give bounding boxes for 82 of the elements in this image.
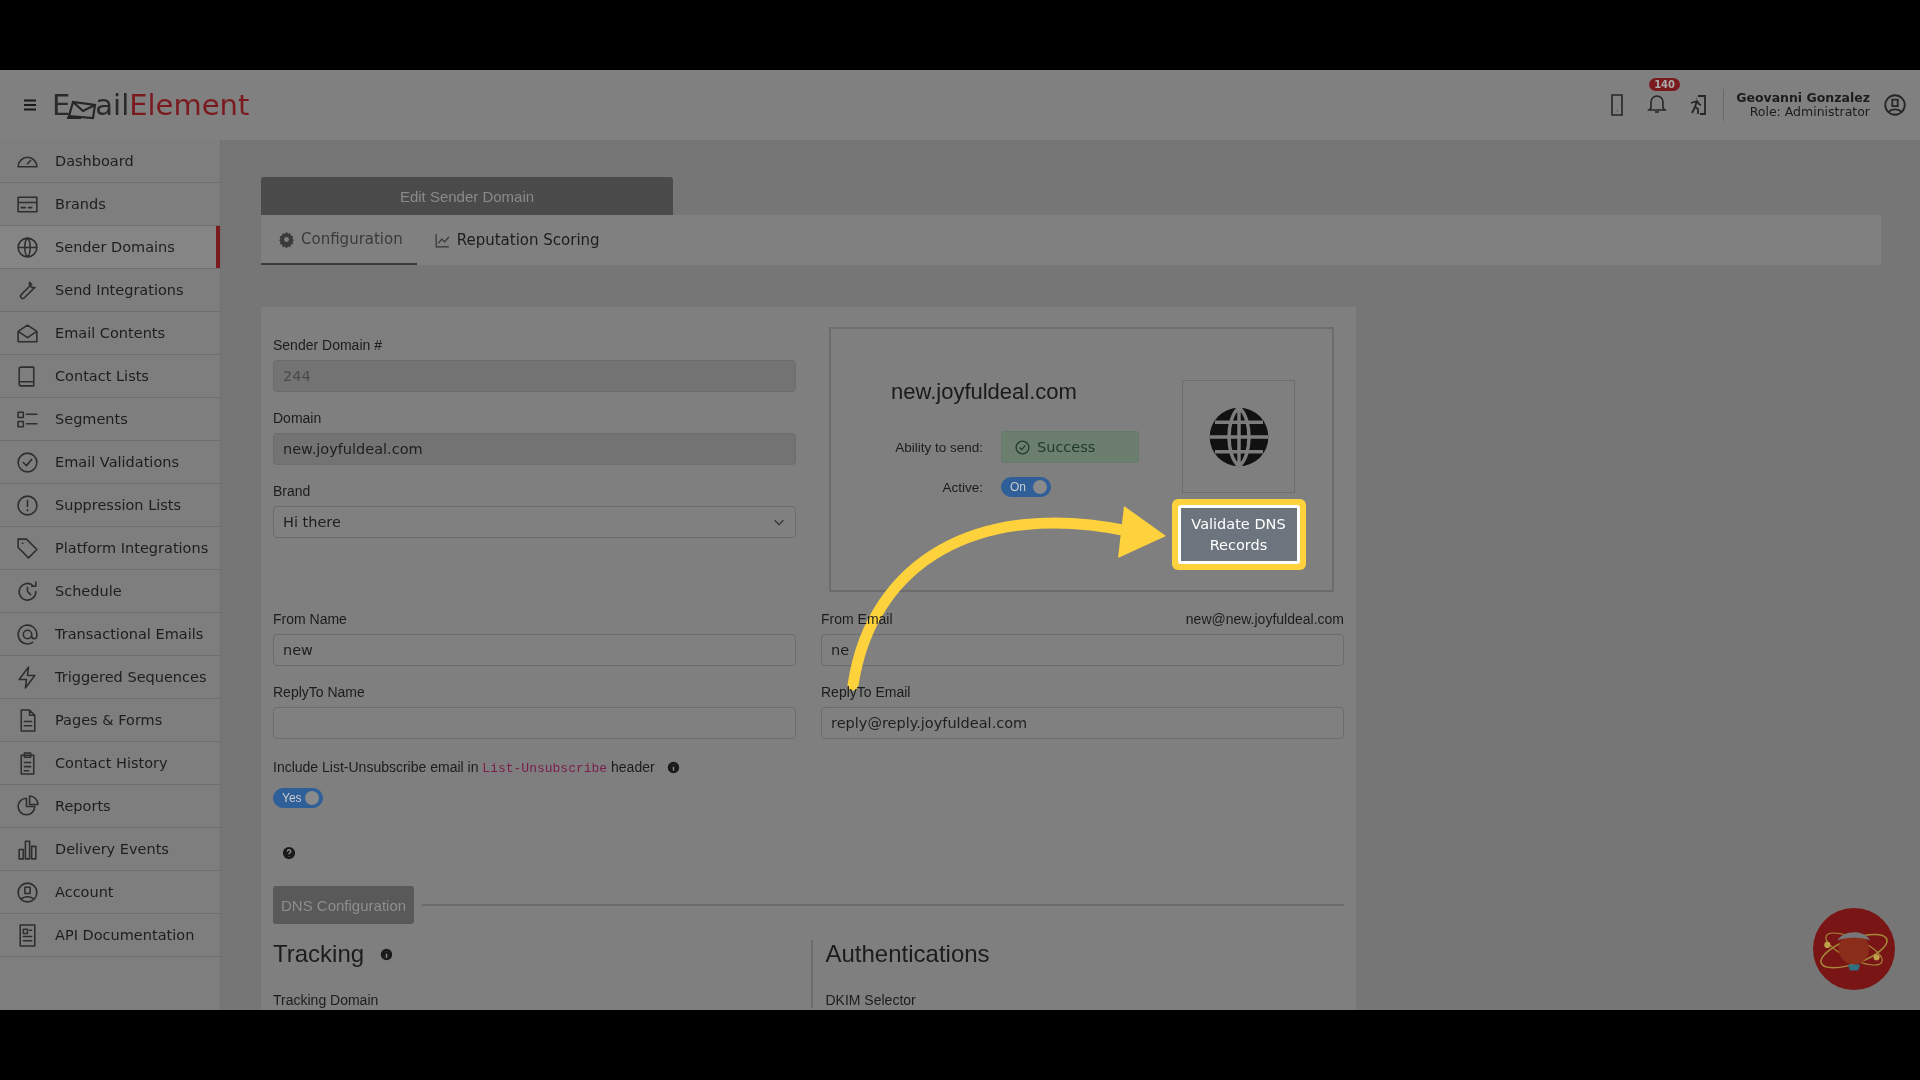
toggle-switch[interactable]: On <box>1001 477 1051 497</box>
sidebar-item[interactable]: Delivery Events <box>0 828 220 871</box>
sidebar-label: Segments <box>55 411 128 427</box>
field-label: Tracking Domain <box>273 992 380 1008</box>
help-icon[interactable] <box>282 846 296 860</box>
tag-icon <box>15 535 40 561</box>
input-field[interactable]: reply@reply.joyfuldeal.com <box>821 707 1344 739</box>
sidebar-label: Account <box>55 884 114 900</box>
input-field[interactable]: ne <box>821 634 1344 666</box>
sidebar-item[interactable]: Segments <box>0 398 220 441</box>
sidebar-item[interactable]: Platform Integrations <box>0 527 220 570</box>
sidebar-label: Sender Domains <box>55 239 175 255</box>
sidebar-label: Brands <box>55 196 106 212</box>
field-label: Brand <box>273 483 312 499</box>
sidebar-item[interactable]: Contact History <box>0 742 220 785</box>
sidebar-label: Platform Integrations <box>55 540 209 556</box>
sidebar-item[interactable]: API Documentation <box>0 914 220 957</box>
sidebar-label: Email Contents <box>55 325 166 341</box>
sidebar-item[interactable]: Sender Domains <box>0 226 220 269</box>
sidebar-label: API Documentation <box>55 927 195 943</box>
notification-badge: 140 <box>1649 78 1681 91</box>
sidebar-item[interactable]: Email Contents <box>0 312 220 355</box>
globe-icon <box>15 234 40 260</box>
sidebar-label: Reports <box>55 798 111 814</box>
tab[interactable]: Reputation Scoring <box>416 215 614 265</box>
user-role: Role: Administrator <box>1749 105 1870 119</box>
sidebar-label: Delivery Events <box>55 841 169 857</box>
pie-chart-icon <box>15 793 40 819</box>
sidebar-label: Pages & Forms <box>55 712 163 728</box>
sidebar-label: Schedule <box>55 583 122 599</box>
section-title: Authentications <box>825 940 990 968</box>
toggle-switch[interactable]: Yes <box>273 788 323 808</box>
input-field[interactable]: new <box>273 634 796 666</box>
domain-name: new.joyfuldeal.com <box>891 379 1078 405</box>
sidebar-label: Send Integrations <box>55 282 184 298</box>
validate-button[interactable]: Validate DNS Records <box>1177 505 1300 564</box>
exclamation-icon <box>15 492 40 518</box>
tab[interactable]: Configuration <box>261 215 417 265</box>
sidebar-item[interactable]: Email Validations <box>0 441 220 484</box>
field-label: From Name <box>273 611 347 627</box>
sidebar-label: Contact History <box>55 755 168 771</box>
avatar-icon[interactable] <box>1882 92 1908 118</box>
sidebar-item[interactable]: Triggered Sequences <box>0 656 220 699</box>
sidebar-item[interactable]: Suppression Lists <box>0 484 220 527</box>
unsubscribe-label: Include List-Unsubscribe email in List-Unsubscribe header <box>273 759 655 776</box>
chat-button[interactable] <box>1813 908 1895 990</box>
sidebar-label: Suppression Lists <box>55 497 182 513</box>
sidebar-item[interactable]: Transactional Emails <box>0 613 220 656</box>
active-label: Active: <box>941 479 983 495</box>
logo[interactable]: E ailElement <box>52 88 250 122</box>
select-field[interactable]: Hi there <box>273 506 796 538</box>
sidebar-item[interactable]: Send Integrations <box>0 269 220 312</box>
gear-icon <box>278 230 295 248</box>
sidebar-label: Dashboard <box>55 153 134 169</box>
info-icon[interactable] <box>666 761 680 774</box>
sidebar-item[interactable]: Schedule <box>0 570 220 613</box>
sidebar-item[interactable]: Dashboard <box>0 140 220 183</box>
sidebar-item[interactable]: Pages & Forms <box>0 699 220 742</box>
sidebar-label: Transactional Emails <box>55 626 204 642</box>
status-badge: Success <box>1001 431 1139 463</box>
sidebar-label: Email Validations <box>55 454 179 470</box>
user-name: Geovanni Gonzalez <box>1736 91 1870 105</box>
field-label: ReplyTo Name <box>273 684 365 700</box>
sidebar-item[interactable]: Reports <box>0 785 220 828</box>
field-label: ReplyTo Email <box>821 684 911 700</box>
field-label: DKIM Selector <box>825 992 917 1008</box>
sidebar-label: Triggered Sequences <box>55 669 207 685</box>
user-icon <box>15 879 40 905</box>
page-title: Edit Sender Domain <box>261 177 673 215</box>
menu-icon[interactable] <box>22 97 38 113</box>
section-title: Tracking <box>273 940 365 968</box>
at-icon <box>15 621 40 647</box>
clock-icon <box>15 578 40 604</box>
line-chart-icon <box>433 231 451 249</box>
field-label: Sender Domain # <box>273 337 383 353</box>
sidebar-item[interactable]: Contact Lists <box>0 355 220 398</box>
sidebar-label: Contact Lists <box>55 368 149 384</box>
email-hint: new@new.joyfuldeal.com <box>1185 611 1344 629</box>
field-label: Domain <box>273 410 323 426</box>
sidebar-item[interactable]: Account <box>0 871 220 914</box>
ability-label: Ability to send: <box>894 439 983 455</box>
info-icon[interactable] <box>380 947 394 961</box>
